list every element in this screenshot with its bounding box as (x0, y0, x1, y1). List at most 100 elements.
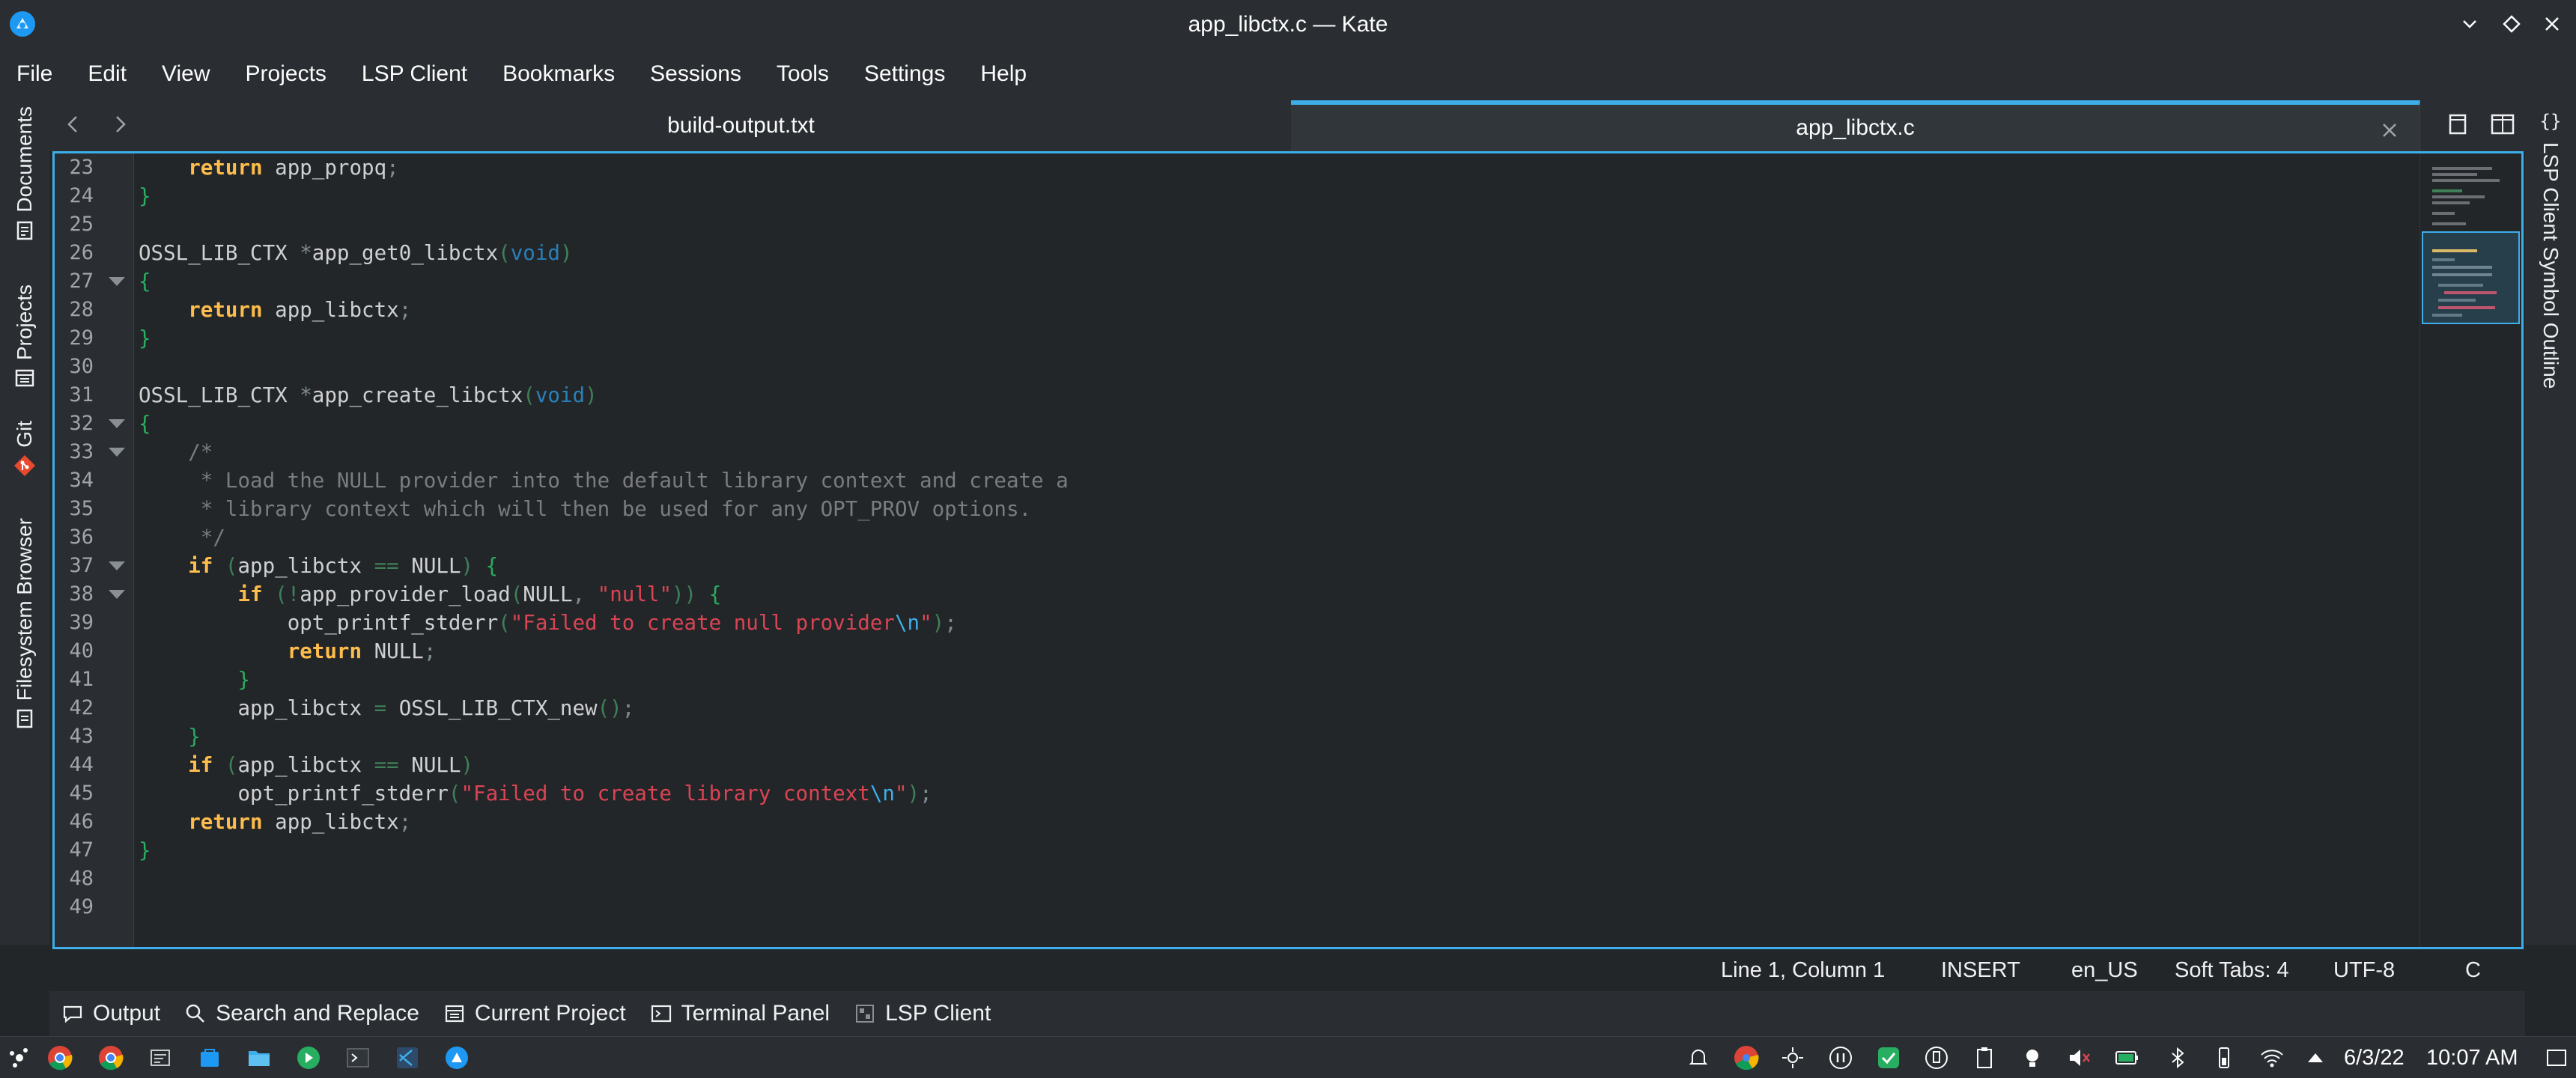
encoding[interactable]: UTF-8 (2333, 949, 2395, 991)
minimize-icon[interactable] (2456, 10, 2483, 37)
sidebar-tab-documents[interactable]: Documents (10, 106, 40, 243)
menu-file[interactable]: File (16, 61, 52, 87)
fold-marker-icon[interactable] (109, 448, 125, 457)
konsole-icon[interactable] (344, 1044, 371, 1071)
menu-bookmarks[interactable]: Bookmarks (502, 61, 615, 87)
sidebar-tab-label: Documents (13, 106, 36, 213)
notifications-icon[interactable] (1685, 1044, 1712, 1071)
line-number: 28 (69, 298, 94, 321)
code-line-41: } (237, 668, 251, 692)
tab-build-output[interactable]: build-output.txt (144, 100, 1339, 151)
fold-marker-icon[interactable] (109, 590, 125, 599)
forward-icon[interactable] (105, 109, 135, 139)
show-desktop-icon[interactable] (2543, 1044, 2570, 1071)
clock-date[interactable]: 6/3/22 (2344, 1037, 2405, 1078)
code-line-27: { (139, 270, 151, 293)
tray-expand-icon[interactable] (2302, 1044, 2329, 1071)
toolview-label: Current Project (474, 1001, 626, 1026)
tab-app-libctx[interactable]: app_libctx.c (1291, 100, 2420, 151)
git-icon (14, 454, 35, 476)
clock-time[interactable]: 10:07 AM (2426, 1037, 2518, 1078)
menu-help[interactable]: Help (980, 61, 1027, 87)
minimap-viewport[interactable] (2422, 231, 2520, 324)
menu-lsp-client[interactable]: LSP Client (362, 61, 467, 87)
close-window-icon[interactable] (2539, 10, 2566, 37)
volume-muted-icon[interactable] (2065, 1044, 2092, 1071)
back-icon[interactable] (58, 109, 88, 139)
toolview-current-project[interactable]: Current Project (443, 1001, 626, 1026)
tab-label: build-output.txt (667, 113, 815, 138)
sidebar-tab-lsp-symbol-outline[interactable]: {} LSP Client Symbol Outline (2536, 109, 2566, 389)
line-number: 23 (69, 156, 94, 179)
toolview-label: Search and Replace (216, 1001, 419, 1026)
application-launcher-icon[interactable] (6, 1044, 33, 1071)
dictionary[interactable]: en_US (2071, 949, 2138, 991)
sidebar-tab-projects[interactable]: Projects (10, 284, 40, 390)
chrome-icon[interactable] (97, 1044, 124, 1071)
line-number: 31 (69, 383, 94, 406)
code-line-44: if (app_libctx == NULL) (188, 753, 474, 777)
line-number: 41 (69, 668, 94, 691)
input-mode[interactable]: INSERT (1941, 949, 2020, 991)
fold-marker-icon[interactable] (109, 277, 125, 286)
close-tab-icon[interactable] (2381, 121, 2399, 139)
phone-battery-icon[interactable] (2211, 1044, 2238, 1071)
toolview-search-and-replace[interactable]: Search and Replace (184, 1001, 419, 1026)
toolview-label: LSP Client (885, 1001, 991, 1026)
line-number: 40 (69, 639, 94, 663)
line-number: 27 (69, 270, 94, 293)
menu-projects[interactable]: Projects (246, 61, 326, 87)
syntax-mode[interactable]: C (2465, 949, 2481, 991)
menu-sessions[interactable]: Sessions (650, 61, 741, 87)
tab-bar: build-output.txt app_libctx.c (49, 99, 2525, 151)
video-player-icon[interactable] (295, 1044, 322, 1071)
new-document-icon[interactable] (2443, 109, 2473, 139)
sidebar-tab-label: Filesystem Browser (13, 518, 36, 701)
store-icon[interactable] (196, 1044, 223, 1071)
menu-view[interactable]: View (162, 61, 210, 87)
indentation[interactable]: Soft Tabs: 4 (2175, 949, 2289, 991)
code-area[interactable]: return app_propq; } OSSL_LIB_CTX *app_ge… (139, 153, 2416, 947)
night-light-icon[interactable] (2019, 1044, 2046, 1071)
vscode-icon[interactable] (394, 1044, 421, 1071)
menu-tools[interactable]: Tools (777, 61, 829, 87)
sidebar-tab-label: Projects (13, 284, 36, 361)
sidebar-tab-label: Git (13, 421, 36, 448)
bluetooth-icon[interactable] (2164, 1044, 2191, 1071)
sidebar-tab-label: LSP Client Symbol Outline (2539, 142, 2563, 389)
menu-edit[interactable]: Edit (88, 61, 127, 87)
battery-icon[interactable] (2113, 1044, 2140, 1071)
kde-connect-icon[interactable] (1923, 1044, 1950, 1071)
chrome-tray-icon[interactable] (1733, 1044, 1760, 1071)
wifi-icon[interactable] (2258, 1044, 2285, 1071)
sidebar-tab-git[interactable]: Git (10, 421, 40, 478)
code-line-39: opt_printf_stderr("Failed to create null… (287, 611, 957, 635)
code-editor[interactable]: 23 24 25 26 27 28 29 30 31 32 33 34 35 36 37 38 39 40 41 42… (52, 151, 2524, 949)
updates-ok-icon[interactable] (1875, 1044, 1902, 1071)
sidebar-tab-filesystem-browser[interactable]: Filesystem Browser (10, 518, 40, 731)
toolview-output[interactable]: Output (61, 1001, 160, 1026)
kate-icon[interactable] (443, 1044, 470, 1071)
line-number: 37 (69, 554, 94, 577)
split-view-icon[interactable] (2488, 109, 2518, 139)
minimap[interactable] (2419, 153, 2521, 947)
toolview-lsp-client[interactable]: LSP Client (854, 1001, 991, 1026)
line-number: 29 (69, 326, 94, 350)
line-number: 33 (69, 440, 94, 463)
network-manager-icon[interactable] (1779, 1044, 1806, 1071)
line-number: 49 (69, 895, 94, 919)
window-title: app_libctx.c — Kate (1188, 12, 1388, 37)
line-number: 44 (69, 753, 94, 776)
media-pause-icon[interactable] (1827, 1044, 1854, 1071)
toolview-terminal-panel[interactable]: Terminal Panel (650, 1001, 830, 1026)
chrome-icon[interactable] (46, 1044, 73, 1071)
task-manager-icon[interactable] (147, 1044, 174, 1071)
fold-marker-icon[interactable] (109, 419, 125, 428)
clipboard-icon[interactable] (1971, 1044, 1998, 1071)
code-line-46: return app_libctx; (188, 810, 412, 834)
maximize-icon[interactable] (2498, 10, 2525, 37)
file-manager-icon[interactable] (246, 1044, 273, 1071)
menu-settings[interactable]: Settings (864, 61, 945, 87)
cursor-position[interactable]: Line 1, Column 1 (1721, 949, 1885, 991)
fold-marker-icon[interactable] (109, 561, 125, 570)
